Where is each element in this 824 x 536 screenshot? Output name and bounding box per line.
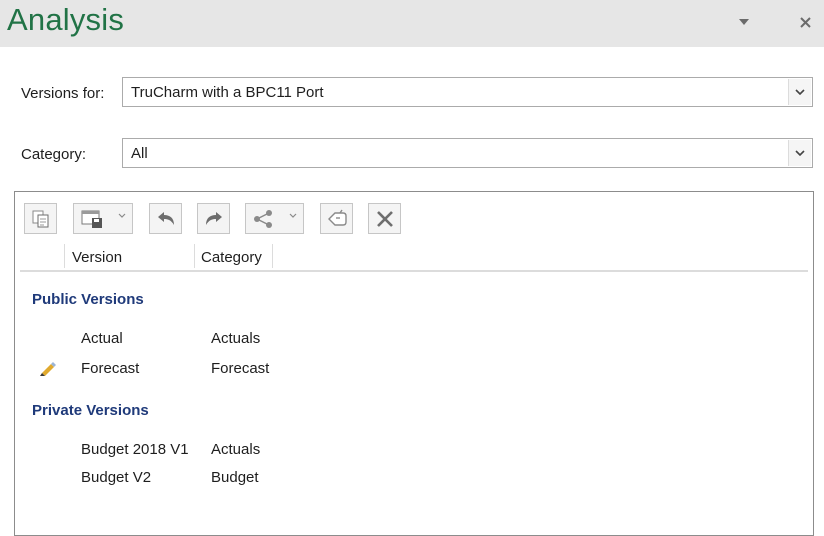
column-separator — [64, 244, 65, 268]
share-button[interactable] — [245, 203, 304, 234]
save-as-icon — [81, 209, 107, 229]
group-header-public-versions: Public Versions — [32, 291, 144, 308]
undo-button[interactable] — [149, 203, 182, 234]
copy-button[interactable] — [24, 203, 57, 234]
chevron-down-icon[interactable] — [788, 79, 811, 105]
chevron-down-icon[interactable] — [788, 140, 811, 166]
category-label: Category: — [21, 146, 87, 163]
version-category: Forecast — [211, 360, 270, 377]
group-header-private-versions: Private Versions — [32, 402, 149, 419]
versions-panel: Version Category Public Versions Actual … — [14, 191, 814, 536]
pane-title-bar: Analysis — [0, 0, 824, 47]
column-separator — [272, 244, 273, 268]
versions-for-label: Versions for: — [21, 85, 105, 102]
delete-icon — [376, 210, 394, 228]
versions-for-value: TruCharm with a BPC11 Port — [131, 84, 324, 101]
column-header-category[interactable]: Category — [201, 249, 262, 277]
header-divider — [20, 270, 808, 272]
chevron-down-icon — [118, 213, 126, 219]
version-category: Actuals — [211, 330, 261, 347]
redo-icon — [203, 209, 225, 229]
category-dropdown[interactable]: All — [122, 138, 813, 168]
column-header-version[interactable]: Version — [72, 249, 122, 277]
version-name: Forecast — [81, 360, 140, 377]
versions-for-dropdown[interactable]: TruCharm with a BPC11 Port — [122, 77, 813, 107]
close-icon[interactable] — [795, 12, 815, 32]
rollback-icon — [326, 209, 348, 229]
share-icon — [253, 210, 275, 228]
version-name: Budget 2018 V1 — [81, 441, 189, 458]
delete-button[interactable] — [368, 203, 401, 234]
version-name: Budget V2 — [81, 469, 152, 486]
copy-icon — [31, 209, 51, 229]
version-name: Actual — [81, 330, 123, 347]
version-category: Actuals — [211, 441, 261, 458]
column-separator — [194, 244, 195, 268]
chevron-down-icon — [289, 213, 297, 219]
category-value: All — [131, 145, 148, 162]
pane-options-chevron-icon[interactable] — [734, 12, 754, 32]
redo-button[interactable] — [197, 203, 230, 234]
undo-icon — [155, 209, 177, 229]
pencil-edit-icon — [39, 360, 57, 376]
version-category: Budget — [211, 469, 259, 486]
pane-title: Analysis — [7, 2, 125, 37]
rollback-button[interactable] — [320, 203, 353, 234]
save-as-button[interactable] — [73, 203, 133, 234]
